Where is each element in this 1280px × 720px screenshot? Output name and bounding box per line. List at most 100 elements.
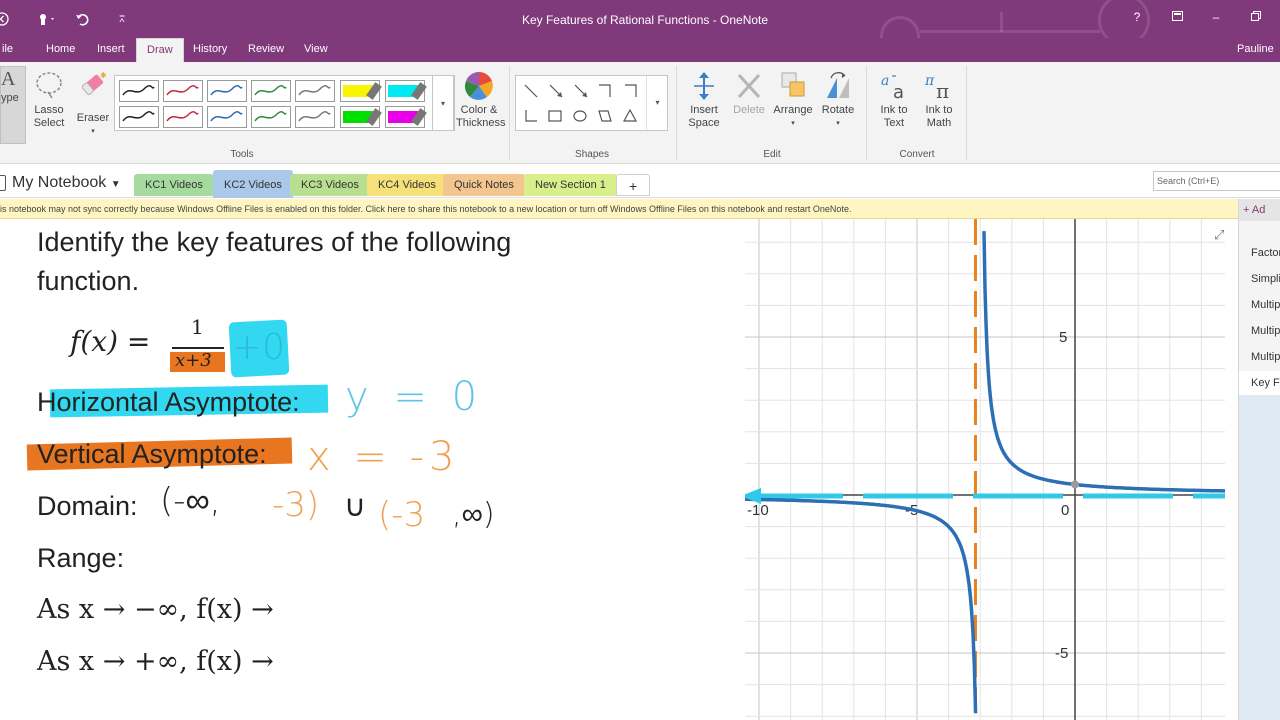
search-input[interactable]: Search (Ctrl+E) [1153,171,1280,191]
pen-swatch[interactable] [207,80,247,102]
pen-gallery[interactable] [114,75,455,131]
page-canvas[interactable]: Identify the key features of the followi… [0,219,1238,720]
ink-to-text-icon: aa [881,73,904,102]
rotate-dropdown-icon: ▾ [836,120,840,127]
color-wheel-icon [464,72,493,100]
axis-arrow-shape-icon[interactable] [624,84,638,98]
pen-swatch[interactable] [207,106,247,128]
edit-group-label: Edit [763,149,781,160]
help-button[interactable]: ? [1122,10,1152,24]
delete-button[interactable]: Delete [730,70,768,117]
pen-swatch[interactable] [295,106,335,128]
group-separator [509,66,510,160]
rectangle-shape-icon[interactable] [548,109,562,123]
domain-answer-part: ∪ [344,489,366,524]
line-shape-icon[interactable] [524,84,538,98]
notebook-dropdown-icon: ▼ [110,179,121,190]
pen-swatch[interactable] [340,106,382,128]
type-button[interactable]: A ype [0,66,26,144]
pen-swatch[interactable] [251,106,291,128]
arrange-button[interactable]: Arrange ▾ [772,70,814,130]
lasso-icon [36,72,62,99]
pen-swatch[interactable] [385,80,427,102]
eraser-button[interactable]: ✱ Eraser ▾ [75,70,111,138]
page-item[interactable]: Simpli [1251,273,1280,285]
insert-space-label-2: Space [688,117,720,129]
pen-gallery-more-icon[interactable]: ▾ [432,75,454,131]
ink-to-text-label-2: Text [883,117,905,129]
ribbon-display-icon[interactable] [1162,10,1192,24]
section-tab[interactable]: New Section 1 [524,174,617,196]
pen-swatch[interactable] [385,106,427,128]
tab-view[interactable]: View [294,38,338,62]
rotate-button[interactable]: Rotate ▾ [818,70,858,130]
tab-file[interactable]: ile [0,38,23,62]
y-intercept-point [1071,480,1079,489]
pen-swatch[interactable] [163,106,203,128]
color-thickness-button[interactable]: Color & Thickness [456,70,506,130]
tab-home[interactable]: Home [36,38,85,62]
insert-space-button[interactable]: Insert Space [684,70,724,130]
pen-swatch[interactable] [340,80,382,102]
limit-negative-infinity: As x → −∞, f(x) → [37,594,274,625]
expand-graph-icon[interactable]: ⤢ [1214,227,1224,243]
ellipse-shape-icon[interactable] [573,109,587,123]
pen-swatch[interactable] [163,80,203,102]
group-separator [966,66,967,160]
shapes-more-icon[interactable]: ▾ [646,76,668,130]
parallelogram-shape-icon[interactable] [598,109,612,123]
notebook-switcher[interactable]: My Notebook ▼ [12,174,121,192]
arrow-shape-icon[interactable] [549,84,563,98]
offline-files-warning[interactable]: is notebook may not sync correctly becau… [0,199,1238,219]
minimize-icon[interactable]: – [1201,10,1231,24]
pen-swatch[interactable] [295,80,335,102]
page-item[interactable]: Multip [1251,299,1280,311]
eraser-icon: ✱ [81,71,107,95]
section-tab[interactable]: KC4 Videos [367,174,447,196]
page-item-selected[interactable]: Key Fe [1251,377,1280,389]
limit-positive-infinity: As x → +∞, f(x) → [37,646,274,677]
notebook-name: My Notebook [12,174,107,191]
section-tab[interactable]: KC2 Videos [213,170,293,198]
curve-left-branch [745,497,978,714]
tab-insert[interactable]: Insert [87,38,135,62]
pen-swatch[interactable] [119,106,159,128]
ink-to-text-label-1: Ink to [880,104,908,116]
axes-shape-icon[interactable] [524,109,538,123]
y-tick-label: 5 [1059,329,1067,346]
section-tab[interactable]: Quick Notes [443,174,525,196]
section-tab[interactable]: KC3 Videos [290,174,370,196]
lasso-select-label-2: Select [33,117,65,129]
curve-right-branch [982,231,1225,493]
add-page-button[interactable]: + Ad [1239,199,1280,221]
svg-text:a: a [893,82,904,102]
pen-swatch[interactable] [119,80,159,102]
rotate-label: Rotate [821,104,855,116]
axis-shape-icon[interactable] [598,84,612,98]
pages-pane: + Ad Factor Simpli Multip Multip Multip … [1238,199,1280,720]
page-item[interactable]: Multip [1251,325,1280,337]
heading-line-2: function. [37,266,140,296]
section-tab[interactable]: KC1 Videos [134,174,214,196]
double-arrow-shape-icon[interactable] [574,84,588,98]
tab-draw[interactable]: Draw [136,38,184,62]
pen-swatch[interactable] [251,80,291,102]
lasso-select-button[interactable]: Lasso Select [31,70,67,130]
insert-space-label-1: Insert [690,104,718,116]
arrange-label: Arrange [773,104,813,116]
ink-to-math-button[interactable]: ππ Ink to Math [919,70,959,130]
tab-review[interactable]: Review [238,38,294,62]
page-item[interactable]: Multip [1251,351,1280,363]
ink-to-math-icon: ππ [924,73,949,102]
restore-icon[interactable] [1241,10,1271,24]
tab-history[interactable]: History [183,38,237,62]
add-section-button[interactable]: + [616,174,651,196]
domain-answer-part: ,∞) [452,497,495,532]
page-item[interactable]: Factor [1251,247,1280,259]
color-thickness-label-2: Thickness [456,117,506,129]
function-numerator: 1 [191,315,204,339]
shapes-gallery[interactable]: ▾ [515,75,668,131]
x-tick-label: -10 [747,502,769,519]
triangle-shape-icon[interactable] [623,109,637,123]
ink-to-text-button[interactable]: aa Ink to Text [874,70,914,130]
